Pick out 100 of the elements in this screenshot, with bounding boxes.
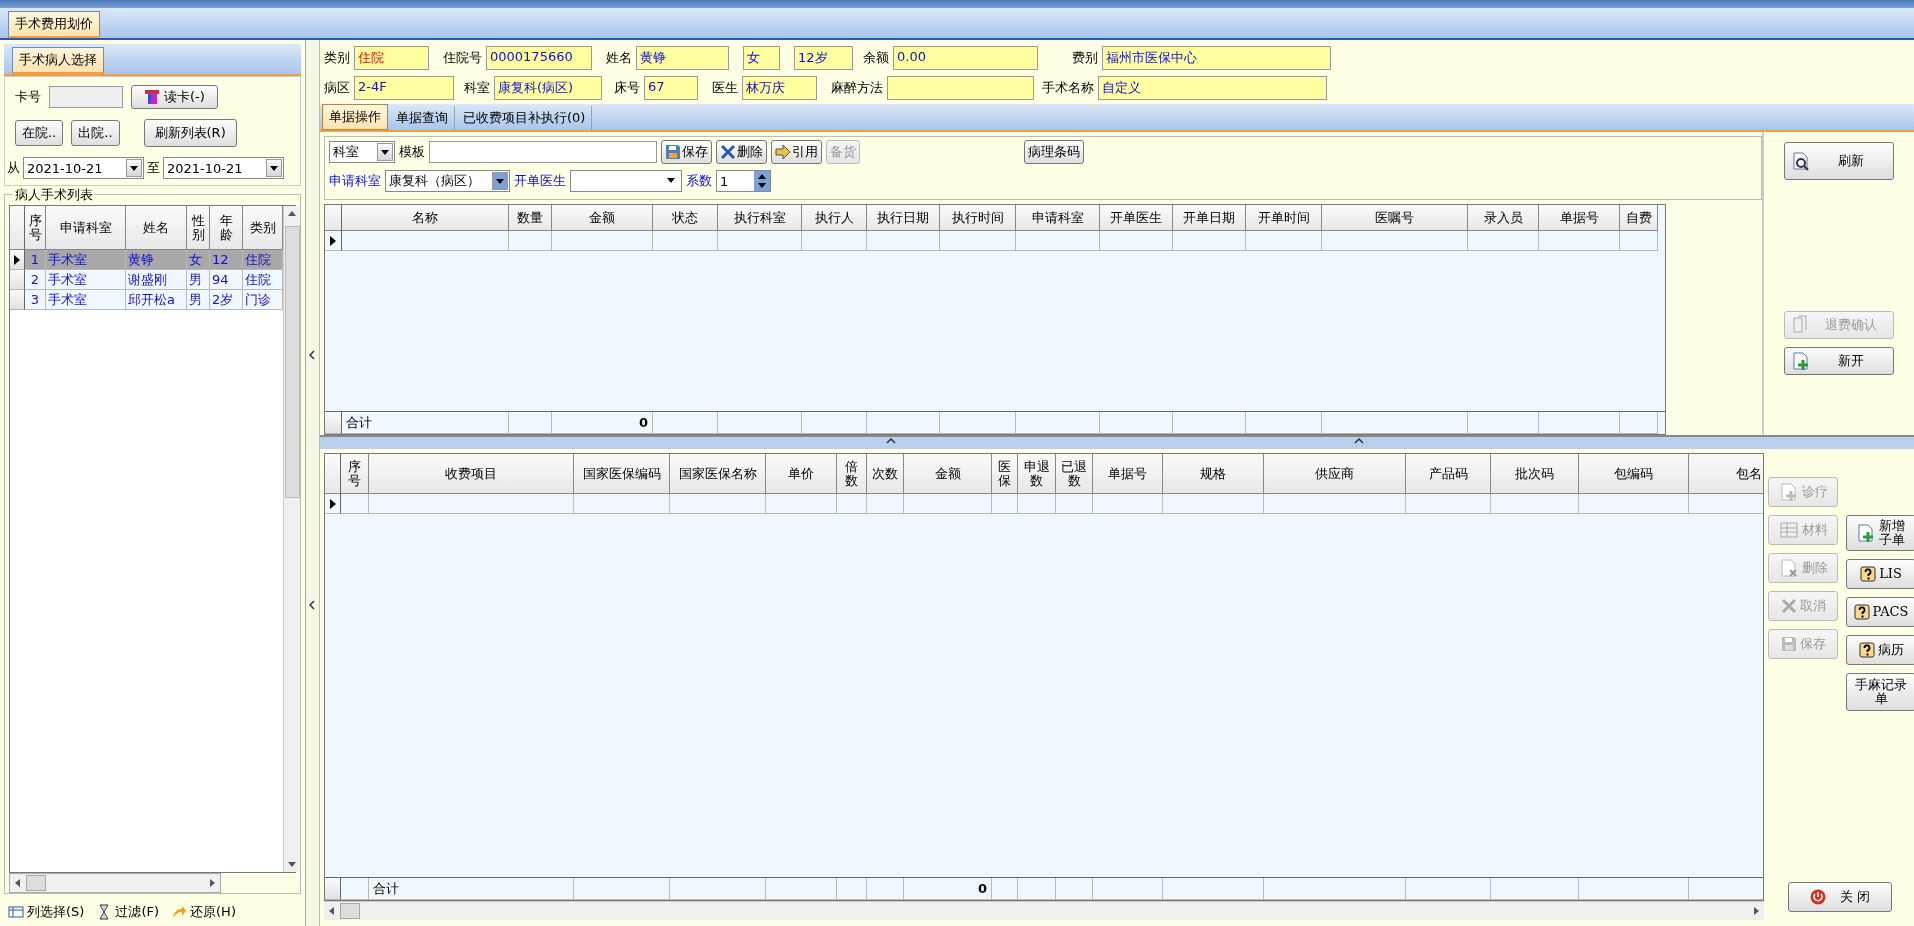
- info-field[interactable]: 福州市医保中心: [1102, 46, 1331, 70]
- panel-tab[interactable]: 手术病人选择: [12, 47, 104, 74]
- column-header[interactable]: 金额: [904, 454, 992, 494]
- info-field[interactable]: 0000175660: [486, 46, 592, 70]
- table-cell[interactable]: [1620, 231, 1658, 251]
- action-button[interactable]: 刷新: [1784, 142, 1894, 180]
- action-button[interactable]: 病历: [1846, 635, 1914, 665]
- column-header[interactable]: 包名: [1689, 454, 1763, 494]
- column-header[interactable]: 单据号: [1093, 454, 1163, 494]
- table-cell[interactable]: [552, 231, 653, 251]
- column-header[interactable]: 金额: [552, 205, 653, 231]
- column-header[interactable]: 单价: [766, 454, 837, 494]
- date-picker[interactable]: 2021-10-21: [23, 157, 144, 179]
- table-cell[interactable]: [1246, 231, 1322, 251]
- table-row[interactable]: 3 手术室 邱开松a 男 2岁 门诊: [10, 290, 283, 310]
- toolbar-button[interactable]: 删除: [716, 140, 767, 164]
- info-field[interactable]: 女: [743, 46, 780, 70]
- column-header[interactable]: 申请科室: [1016, 205, 1100, 231]
- row-header-cell[interactable]: [10, 270, 25, 290]
- column-header[interactable]: 执行时间: [940, 205, 1016, 231]
- toolbar-button[interactable]: 保存: [661, 140, 712, 164]
- in-hospital-button[interactable]: 在院..: [15, 120, 64, 146]
- scrollbar[interactable]: [283, 206, 300, 872]
- column-header[interactable]: 供应商: [1264, 454, 1406, 494]
- info-field[interactable]: 黄铮: [636, 46, 729, 70]
- column-header[interactable]: 序号: [341, 454, 369, 494]
- table-cell[interactable]: [509, 231, 552, 251]
- tab[interactable]: 已收费项目补执行(0): [457, 106, 593, 130]
- info-field[interactable]: 12岁: [794, 46, 853, 70]
- pathology-barcode-button[interactable]: 病理条码: [1024, 140, 1084, 164]
- table-cell[interactable]: [1093, 494, 1163, 514]
- table-cell[interactable]: [1163, 494, 1264, 514]
- table-cell[interactable]: [653, 231, 718, 251]
- scroll-thumb[interactable]: [284, 226, 300, 498]
- column-header[interactable]: 自费: [1620, 205, 1658, 231]
- table-cell[interactable]: [1018, 494, 1056, 514]
- column-header[interactable]: 批次码: [1491, 454, 1579, 494]
- table-cell[interactable]: [1579, 494, 1689, 514]
- column-header[interactable]: 序号: [25, 206, 46, 250]
- column-header[interactable]: 开单医生: [1100, 205, 1173, 231]
- toolbar-button[interactable]: 还原(H): [171, 903, 236, 921]
- scroll-arrow-icon[interactable]: [328, 907, 336, 915]
- row-header-cell[interactable]: [325, 494, 341, 514]
- column-header[interactable]: 已退数: [1056, 454, 1093, 494]
- table-cell[interactable]: [837, 494, 867, 514]
- table-cell[interactable]: [1056, 494, 1093, 514]
- table-cell[interactable]: [341, 494, 369, 514]
- toolbar-button[interactable]: 过滤(F): [96, 903, 160, 921]
- read-card-button[interactable]: 读卡(-): [131, 85, 218, 109]
- table-cell[interactable]: [1322, 231, 1468, 251]
- scroll-thumb[interactable]: [26, 875, 46, 891]
- column-header[interactable]: 执行科室: [718, 205, 802, 231]
- column-header[interactable]: 产品码: [1406, 454, 1491, 494]
- table-cell[interactable]: [574, 494, 670, 514]
- scroll-arrow-icon[interactable]: [208, 879, 216, 887]
- scope-dropdown[interactable]: 科室: [329, 141, 395, 163]
- toolbar-button[interactable]: 列选择(S): [8, 903, 85, 921]
- column-header[interactable]: 医嘱号: [1322, 205, 1468, 231]
- column-header[interactable]: 开单时间: [1246, 205, 1322, 231]
- scroll-arrow-icon[interactable]: [288, 860, 296, 868]
- column-header[interactable]: 状态: [653, 205, 718, 231]
- scroll-arrow-icon[interactable]: [288, 210, 296, 218]
- column-header[interactable]: 国家医保名称: [670, 454, 766, 494]
- table-cell[interactable]: [1491, 494, 1579, 514]
- doctor-dropdown[interactable]: [570, 170, 682, 192]
- column-header[interactable]: 执行日期: [867, 205, 940, 231]
- info-field[interactable]: 2-4F: [354, 76, 454, 100]
- column-header[interactable]: 单据号: [1539, 205, 1620, 231]
- action-button[interactable]: LIS: [1846, 559, 1914, 589]
- table-cell[interactable]: [342, 231, 509, 251]
- info-field[interactable]: 67: [644, 76, 698, 100]
- info-field[interactable]: 林万庆: [742, 76, 817, 100]
- column-header[interactable]: 姓名: [126, 206, 187, 250]
- action-button[interactable]: 新增子单: [1846, 515, 1914, 551]
- table-cell[interactable]: [867, 494, 904, 514]
- column-header[interactable]: 规格: [1163, 454, 1264, 494]
- table-cell[interactable]: [369, 494, 574, 514]
- column-header[interactable]: 收费项目: [369, 454, 574, 494]
- row-header-cell[interactable]: [10, 290, 25, 310]
- column-header[interactable]: 年龄: [210, 206, 243, 250]
- table-row[interactable]: 1 手术室 黄铮 女 12 住院: [10, 250, 283, 270]
- refresh-list-button[interactable]: 刷新列表(R): [143, 119, 237, 147]
- factor-spinner[interactable]: 1: [716, 170, 771, 192]
- table-cell[interactable]: [992, 494, 1018, 514]
- card-field[interactable]: [49, 86, 123, 108]
- table-row[interactable]: 2 手术室 谢盛刚 男 94 住院: [10, 270, 283, 290]
- spin-arrows-icon[interactable]: [754, 171, 770, 191]
- column-header[interactable]: 数量: [509, 205, 552, 231]
- info-field[interactable]: [887, 76, 1034, 100]
- column-header[interactable]: 名称: [342, 205, 509, 231]
- column-header[interactable]: 国家医保编码: [574, 454, 670, 494]
- table-cell[interactable]: [1173, 231, 1246, 251]
- scroll-arrow-icon[interactable]: [1752, 907, 1760, 915]
- scrollbar[interactable]: [324, 901, 1764, 920]
- action-button[interactable]: 手麻记录单: [1846, 673, 1914, 711]
- table-cell[interactable]: [802, 231, 867, 251]
- column-header[interactable]: 类别: [243, 206, 283, 250]
- scrollbar[interactable]: [9, 873, 221, 893]
- template-field[interactable]: [429, 141, 657, 163]
- table-cell[interactable]: [1468, 231, 1539, 251]
